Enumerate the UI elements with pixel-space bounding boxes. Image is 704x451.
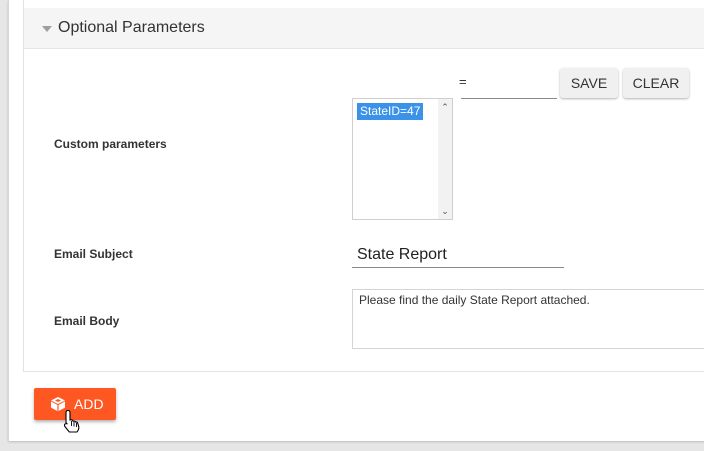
- clear-button[interactable]: CLEAR: [623, 68, 689, 98]
- email-body-textarea[interactable]: Please find the daily State Report attac…: [352, 289, 704, 349]
- custom-param-value-input[interactable]: [461, 78, 557, 99]
- custom-param-name-input[interactable]: [352, 78, 448, 99]
- custom-parameters-list[interactable]: StateID=47 ⌃ ⌄: [352, 98, 453, 220]
- content-card: Optional Parameters Custom parameters = …: [8, 0, 704, 441]
- optional-parameters-panel: Optional Parameters Custom parameters = …: [23, 0, 704, 372]
- chevron-down-icon[interactable]: ⌄: [438, 205, 452, 217]
- list-scrollbar[interactable]: ⌃ ⌄: [438, 99, 452, 219]
- save-button[interactable]: SAVE: [560, 68, 618, 98]
- email-subject-label: Email Subject: [54, 247, 133, 261]
- panel-title: Optional Parameters: [58, 19, 205, 36]
- email-subject-input[interactable]: [352, 243, 564, 268]
- hand-pointer-icon: [63, 409, 80, 433]
- chevron-up-icon[interactable]: ⌃: [438, 101, 452, 113]
- email-body-label: Email Body: [54, 314, 120, 328]
- optional-parameters-header[interactable]: Optional Parameters: [24, 8, 704, 49]
- list-item[interactable]: StateID=47: [357, 103, 424, 120]
- caret-down-icon[interactable]: [42, 26, 52, 32]
- custom-parameters-label: Custom parameters: [54, 137, 167, 151]
